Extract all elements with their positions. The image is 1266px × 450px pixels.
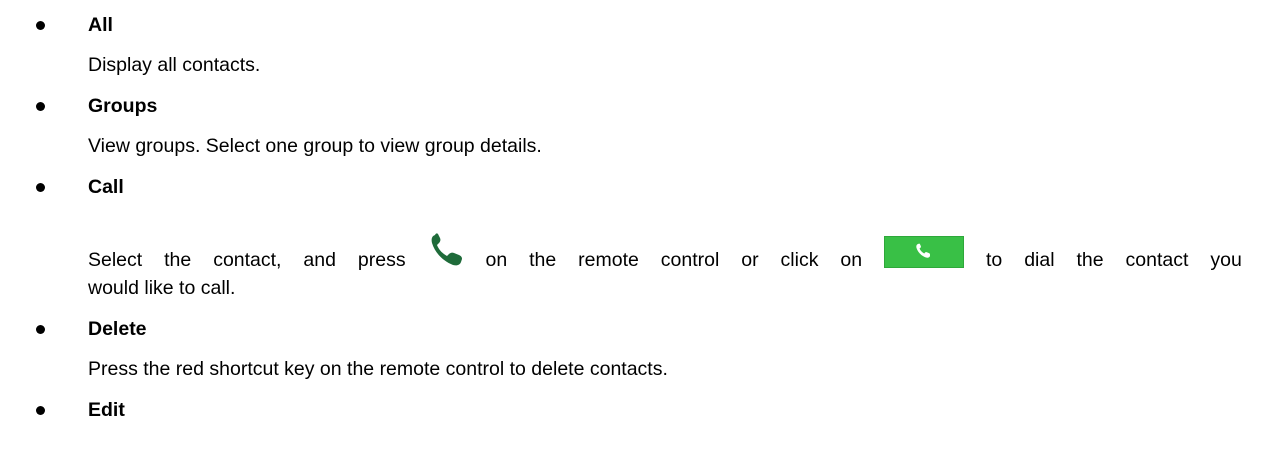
desc-word: remote bbox=[578, 249, 639, 271]
bullet-icon bbox=[36, 102, 45, 111]
phone-icon bbox=[428, 232, 464, 268]
desc-word: on bbox=[840, 249, 863, 271]
desc-word: dial bbox=[1024, 249, 1055, 271]
desc-word: or bbox=[741, 249, 759, 271]
item-title: Call bbox=[88, 176, 124, 198]
bullet-icon bbox=[36, 21, 45, 30]
call-button-icon bbox=[884, 236, 965, 268]
item-title: All bbox=[88, 14, 113, 36]
bullet-icon bbox=[36, 183, 45, 192]
desc-word: contact bbox=[1125, 249, 1189, 271]
desc-word: contact, bbox=[213, 249, 282, 271]
desc-word: on bbox=[485, 249, 508, 271]
desc-word: the bbox=[529, 249, 557, 271]
desc-word: you bbox=[1210, 249, 1242, 271]
item-description: View groups. Select one group to view gr… bbox=[88, 135, 542, 157]
bullet-icon bbox=[36, 325, 45, 334]
desc-word: the bbox=[1076, 249, 1104, 271]
bullet-icon bbox=[36, 406, 45, 415]
desc-word: press bbox=[357, 249, 406, 271]
item-description: Select the contact, and press on the rem… bbox=[88, 233, 1242, 280]
item-description-line2: would like to call. bbox=[88, 277, 236, 299]
desc-word: control bbox=[660, 249, 720, 271]
desc-word: and bbox=[303, 249, 336, 271]
desc-word: click bbox=[780, 249, 819, 271]
item-title: Edit bbox=[88, 399, 125, 421]
desc-word: the bbox=[164, 249, 192, 271]
desc-word: Select bbox=[88, 249, 143, 271]
desc-word: to bbox=[985, 249, 1003, 271]
item-title: Delete bbox=[88, 318, 147, 340]
item-title: Groups bbox=[88, 95, 158, 117]
item-description: Press the red shortcut key on the remote… bbox=[88, 358, 668, 380]
item-description: Display all contacts. bbox=[88, 54, 261, 76]
